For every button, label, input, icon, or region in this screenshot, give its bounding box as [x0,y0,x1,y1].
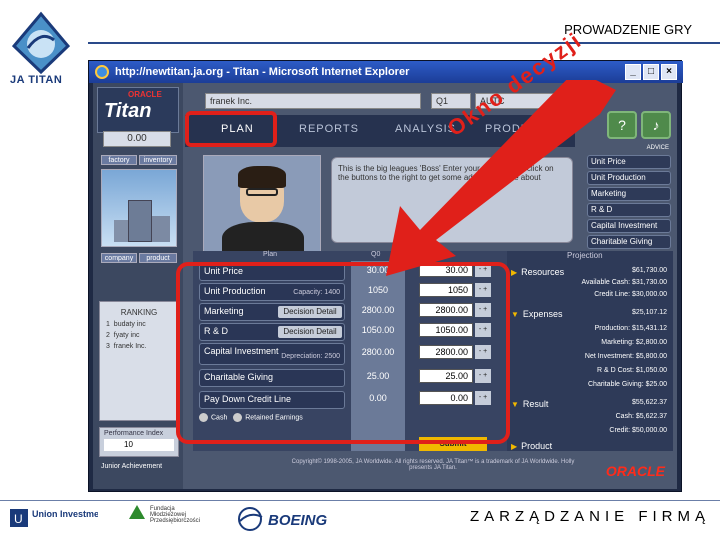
product-section[interactable]: ▶ Product [511,441,591,451]
sidebar: ORACLE Titan 0.00 factory inventory comp… [93,83,183,489]
ranking-title: RANKING [120,308,158,317]
browser-title: http://newtitan.ja.org - Titan - Microso… [115,66,410,78]
decision-window-highlight [176,262,510,444]
boeing-logo: BOEING [238,507,328,531]
top-rule [88,42,720,44]
col-plan: Plan [263,251,278,258]
plan-highlight [185,111,277,147]
tab-product[interactable]: product [139,253,177,263]
svg-text:BOEING: BOEING [268,512,328,529]
svg-text:U: U [14,512,23,526]
ja-logo: Junior Achievement [101,463,163,470]
ranking-row: 2 fyaty inc [106,332,140,339]
net-investment: Net Investment: $5,800.00 [584,353,667,360]
oracle-logo-small: ORACLE [128,90,162,99]
ranking-row: 1 budaty inc [106,321,146,328]
rd-cost: R & D Cost: $1,050.00 [596,367,667,374]
result-value: $55,622.37 [631,399,667,406]
building-icon [128,200,152,242]
ie-icon [95,65,109,79]
factory-image [101,169,177,247]
result-cash: Cash: $5,622.37 [615,413,667,420]
col-q0: Q0 [371,251,381,258]
sound-button[interactable]: ♪ [641,111,671,139]
ja-titan-logo-text: JA TITAN [10,74,63,86]
result-credit: Credit: $50,000.00 [609,427,667,434]
advice-label: ADVICE [646,145,669,151]
svg-text:Union Investment: Union Investment [32,509,98,519]
expenses-value: $25,107.12 [631,309,667,316]
tab-inventory[interactable]: inventory [139,155,177,165]
fundacja-logo: Fundacja Młodzieżowej Przedsiębiorczości [128,504,208,534]
available-cash: Available Cash: $31,730.00 [581,279,668,286]
advisor-portrait [203,155,321,262]
charitable-cost: Charitable Giving: $25.00 [588,381,667,388]
resources-value: $61,730.00 [631,267,667,274]
maximize-button[interactable]: □ [643,64,659,80]
union-investment-logo: U Union Investment [10,509,98,527]
production-cost: Production: $15,431.12 [594,325,667,332]
tab-reports[interactable]: REPORTS [299,123,359,135]
ranking-row: 3 franek Inc. [106,343,147,350]
glasses-icon [246,188,278,196]
expenses-section[interactable]: ▼ Expenses [511,309,591,319]
projection-panel: Projection ▶ Resources $61,730.00 Availab… [507,251,673,451]
tab-company[interactable]: company [101,253,137,263]
advisor-hair [238,166,286,188]
performance-index: Performance Index 10 [99,427,179,457]
performance-label: Performance Index [104,430,164,437]
footer-title: ZARZĄDZANIE FIRMĄ [469,508,710,525]
slide-title: PROWADZENIE GRY [564,22,692,37]
minimize-button[interactable]: _ [625,64,641,80]
tab-factory[interactable]: factory [101,155,137,165]
oracle-logo: ORACLE [605,463,665,479]
tree-icon [129,505,145,519]
copyright-notice: Copyright© 1998-2005, JA Worldwide. All … [291,459,575,471]
performance-value: 10 [104,439,174,451]
titan-logo: Titan [104,100,152,122]
ranking-panel: RANKING 1 budaty inc 2 fyaty inc 3 frane… [99,301,179,421]
close-button[interactable]: × [661,64,677,80]
bottom-rule [0,500,720,501]
marketing-cost: Marketing: $2,800.00 [601,339,667,346]
credit-line: Credit Line: $30,000.00 [594,291,667,298]
result-section[interactable]: ▼ Result [511,399,591,409]
score-display: 0.00 [103,131,171,147]
titan-logo-box: ORACLE Titan [97,87,179,133]
building-icon [152,216,170,242]
